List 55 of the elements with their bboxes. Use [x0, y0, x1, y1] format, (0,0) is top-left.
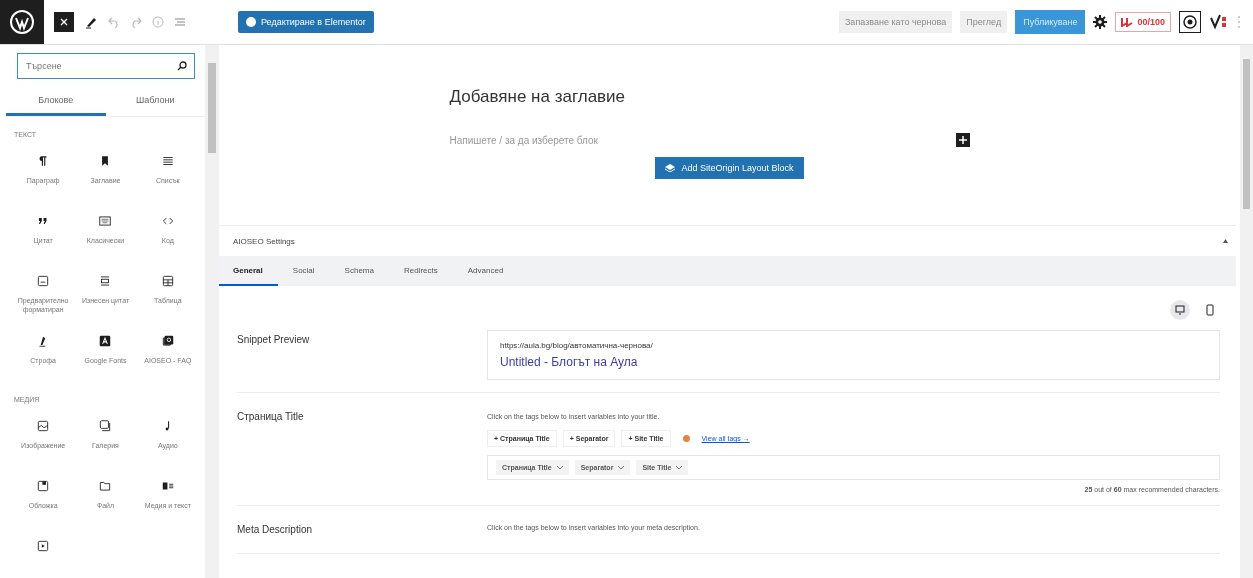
settings-tab[interactable]: Redirects	[388, 256, 453, 286]
chevron-down-icon	[618, 465, 625, 470]
field-label: Страница Title	[237, 410, 305, 424]
settings-icon[interactable]	[1093, 15, 1108, 29]
close-icon	[60, 18, 68, 26]
preview-button[interactable]: Преглед	[960, 11, 1008, 33]
gallery-icon	[98, 419, 113, 433]
status-dot	[682, 435, 690, 442]
inserter-tab[interactable]: Блокове	[6, 89, 106, 116]
panel-title[interactable]: AIOSEO Settings	[233, 236, 295, 246]
desktop-preview-button[interactable]	[1170, 300, 1190, 320]
settings-tab[interactable]: Social	[277, 256, 330, 286]
layers-icon	[665, 164, 676, 172]
undo-icon[interactable]	[108, 16, 120, 28]
collapse-icon[interactable]	[1223, 239, 1228, 243]
post-title-field[interactable]: Добавяне на заглавие	[449, 87, 970, 107]
save-draft-button[interactable]: Запазване като чернова	[838, 11, 953, 33]
scrollbar[interactable]	[205, 45, 219, 578]
fonts-icon	[98, 334, 113, 348]
table-icon	[160, 274, 175, 288]
search-field[interactable]: Търсене	[17, 53, 195, 79]
preview-url: https://aula.bg/blog/автоматична-чернова/	[500, 341, 654, 350]
settings-tab[interactable]: General	[219, 256, 278, 286]
wordpress-logo[interactable]	[0, 0, 44, 44]
scrollbar[interactable]	[1240, 45, 1253, 578]
elementor-button[interactable]: Редактиране в Elementor	[238, 11, 374, 33]
siteorigin-button[interactable]: Add SiteOrigin Layout Block	[655, 157, 804, 179]
image-icon	[36, 419, 51, 433]
settings-tab[interactable]: Schema	[329, 256, 389, 286]
close-button[interactable]	[54, 12, 74, 32]
block-placeholder[interactable]: Напишете / за да изберете блок	[449, 134, 598, 146]
monitor-icon	[1175, 305, 1185, 315]
field-label: Meta Description	[237, 523, 314, 537]
chevron-down-icon	[556, 465, 563, 470]
seo-score-button[interactable]: 00/100	[1115, 12, 1171, 32]
target-icon	[1183, 15, 1197, 29]
yoast-button[interactable]	[1209, 14, 1229, 30]
file-icon	[98, 479, 113, 493]
add-block-button[interactable]	[955, 133, 970, 147]
list-icon	[160, 154, 175, 168]
redo-icon[interactable]	[130, 16, 142, 28]
circle-icon	[246, 17, 256, 27]
publish-button[interactable]: Публикуване	[1015, 10, 1086, 34]
video-icon	[36, 539, 51, 553]
plugin-button[interactable]	[1179, 11, 1201, 33]
check-icon	[1209, 14, 1229, 30]
plus-icon	[958, 136, 967, 144]
preview-title: Untitled - Блогът на Аула	[500, 355, 639, 369]
pencil-icon[interactable]	[84, 15, 98, 29]
phone-icon	[1206, 304, 1214, 316]
inserter-tab[interactable]: Шаблони	[105, 89, 205, 116]
chevron-down-icon	[676, 465, 683, 470]
field-label: Snippet Preview	[237, 333, 311, 347]
search-icon	[177, 61, 187, 71]
settings-tab[interactable]: Advanced	[452, 256, 519, 286]
